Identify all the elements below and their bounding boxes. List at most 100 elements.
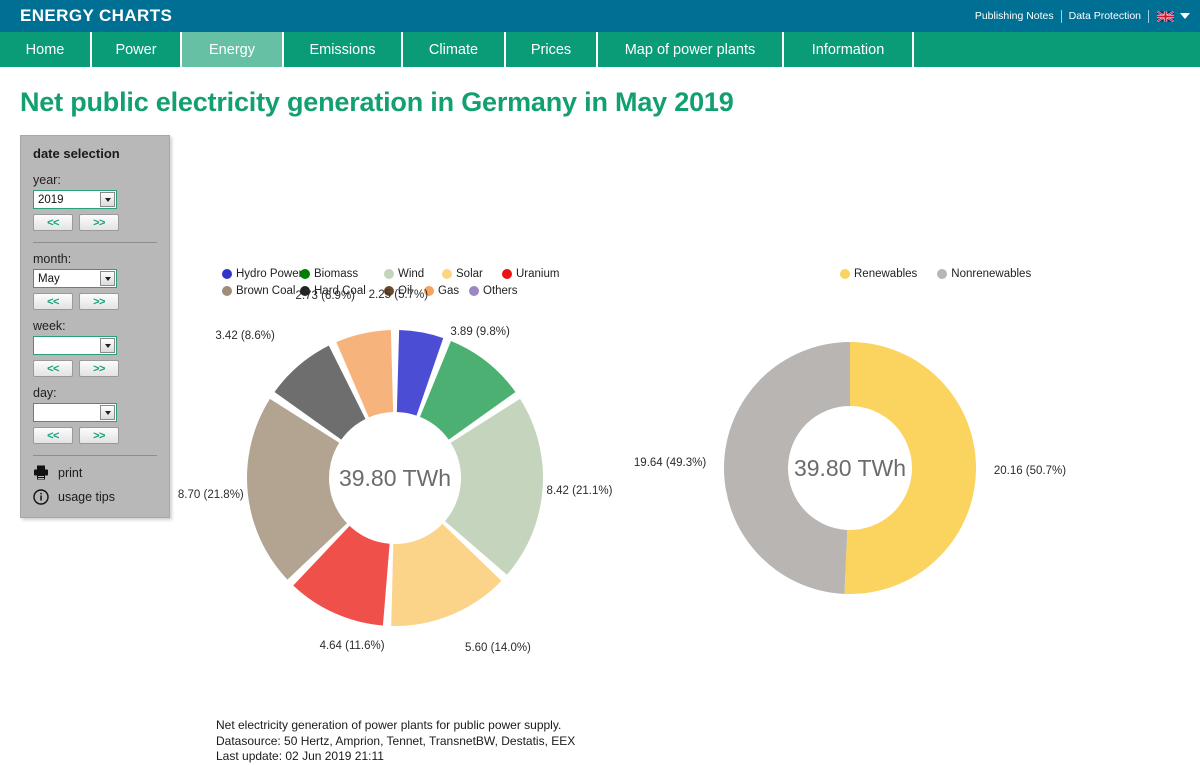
tab-climate[interactable]: Climate	[403, 32, 506, 67]
day-select[interactable]	[33, 403, 117, 422]
week-next-button[interactable]: >>	[79, 360, 119, 377]
slice-label-uranium: 4.64 (11.6%)	[320, 640, 385, 652]
legend-label: Solar	[456, 268, 483, 280]
legend-item-others[interactable]: Others	[469, 285, 518, 297]
slice-label-biomass: 3.89 (9.8%)	[450, 326, 509, 338]
stepper-row: << >>	[33, 293, 157, 310]
legend-item-renewables[interactable]: Renewables	[840, 268, 917, 280]
slice-label-nonrenewables: 19.64 (49.3%)	[634, 457, 706, 469]
year-prev-button[interactable]: <<	[33, 214, 73, 231]
legend-label: Uranium	[516, 268, 559, 280]
slice-label-hydro-power: 2.25 (5.7%)	[369, 289, 428, 301]
month-value: May	[34, 273, 60, 285]
legend-item-wind[interactable]: Wind	[384, 268, 442, 280]
year-select[interactable]: 2019	[33, 190, 117, 209]
panel-title: date selection	[33, 146, 157, 161]
legend-item-biomass[interactable]: Biomass	[300, 268, 384, 280]
printer-icon	[33, 465, 49, 480]
legend-label: Biomass	[314, 268, 358, 280]
legend-color-dot	[222, 269, 232, 279]
legend-item-hydro-power[interactable]: Hydro Power	[222, 268, 300, 280]
stepper-row: << >>	[33, 214, 157, 231]
stepper-row: << >>	[33, 360, 157, 377]
legend-row: Renewables Nonrenewables	[840, 268, 1031, 280]
tab-emissions[interactable]: Emissions	[284, 32, 403, 67]
chevron-down-icon[interactable]	[100, 271, 115, 286]
legend-color-dot	[442, 269, 452, 279]
legend-item-solar[interactable]: Solar	[442, 268, 502, 280]
tab-power[interactable]: Power	[92, 32, 182, 67]
tab-prices[interactable]: Prices	[506, 32, 598, 67]
legend-color-dot	[300, 269, 310, 279]
date-selection-panel: date selection year: 2019 << >> month: May << >…	[20, 135, 170, 518]
slice-label-wind: 8.42 (21.1%)	[547, 485, 613, 497]
uk-flag-icon	[1157, 11, 1174, 22]
date-group-month: month: May << >>	[33, 252, 157, 310]
legend-item-nonrenewables[interactable]: Nonrenewables	[937, 268, 1031, 280]
day-next-button[interactable]: >>	[79, 427, 119, 444]
stepper-row: << >>	[33, 427, 157, 444]
tab-information[interactable]: Information	[784, 32, 914, 67]
slice-label-brown-coal: 8.70 (21.8%)	[178, 489, 244, 501]
legend-color-dot	[384, 269, 394, 279]
publishing-notes-link[interactable]: Publishing Notes	[968, 10, 1061, 22]
legend-row: Hydro Power Biomass Wind Solar Uranium	[222, 268, 592, 280]
panel-divider	[33, 455, 157, 456]
field-label: month:	[33, 252, 157, 266]
legend-label: Nonrenewables	[951, 268, 1031, 280]
footnote-line-1: Net electricity generation of power plan…	[216, 718, 575, 734]
donut-svg	[722, 340, 978, 596]
language-selector[interactable]	[1149, 11, 1190, 22]
top-utility-links: Publishing Notes Data Protection	[968, 0, 1190, 32]
legend-label: Renewables	[854, 268, 917, 280]
month-select[interactable]: May	[33, 269, 117, 288]
field-label: year:	[33, 173, 157, 187]
field-label: week:	[33, 319, 157, 333]
field-label: day:	[33, 386, 157, 400]
legend-color-dot	[937, 269, 947, 279]
info-circle-icon	[33, 489, 49, 505]
month-prev-button[interactable]: <<	[33, 293, 73, 310]
usage-tips-label: usage tips	[58, 490, 115, 504]
date-group-week: week: << >>	[33, 319, 157, 377]
main-navigation: HomePowerEnergyEmissionsClimatePricesMap…	[0, 32, 1200, 67]
year-value: 2019	[34, 194, 64, 206]
legend-label: Wind	[398, 268, 424, 280]
tab-home[interactable]: Home	[0, 32, 92, 67]
legend-item-uranium[interactable]: Uranium	[502, 268, 559, 280]
week-prev-button[interactable]: <<	[33, 360, 73, 377]
chevron-down-icon[interactable]	[1180, 13, 1190, 19]
month-next-button[interactable]: >>	[79, 293, 119, 310]
donut-slice-nonrenewables[interactable]	[724, 342, 850, 594]
nav-spacer	[914, 32, 1200, 67]
chevron-down-icon[interactable]	[100, 338, 115, 353]
chevron-down-icon[interactable]	[100, 192, 115, 207]
slice-label-hard-coal: 3.42 (8.6%)	[215, 330, 274, 342]
date-groups: year: 2019 << >> month: May << >> week: << >> day: <…	[33, 173, 157, 444]
content-area: date selection year: 2019 << >> month: May << >…	[0, 118, 1200, 618]
legend-item-gas[interactable]: Gas	[424, 285, 469, 297]
usage-tips-action[interactable]: usage tips	[33, 489, 157, 505]
print-label: print	[58, 466, 82, 480]
legend-color-dot	[222, 286, 232, 296]
chevron-down-icon[interactable]	[100, 405, 115, 420]
tab-energy[interactable]: Energy	[182, 32, 284, 67]
date-group-day: day: << >>	[33, 386, 157, 444]
tab-map-of-power-plants[interactable]: Map of power plants	[598, 32, 784, 67]
legend-color-dot	[840, 269, 850, 279]
legend-item-brown-coal[interactable]: Brown Coal	[222, 285, 300, 297]
day-prev-button[interactable]: <<	[33, 427, 73, 444]
data-protection-link[interactable]: Data Protection	[1062, 10, 1148, 22]
legend-label: Brown Coal	[236, 285, 295, 297]
slice-label-gas: 2.73 (6.9%)	[296, 290, 355, 302]
week-select[interactable]	[33, 336, 117, 355]
panel-divider	[33, 242, 157, 243]
year-next-button[interactable]: >>	[79, 214, 119, 231]
renewables-donut-chart: 39.80 TWh	[722, 340, 978, 596]
page-title: Net public electricity generation in Ger…	[20, 87, 1200, 118]
donut-slice-renewables[interactable]	[844, 342, 976, 594]
legend-color-dot	[469, 286, 479, 296]
date-group-year: year: 2019 << >>	[33, 173, 157, 231]
print-action[interactable]: print	[33, 465, 157, 480]
slice-label-solar: 5.60 (14.0%)	[465, 642, 531, 654]
